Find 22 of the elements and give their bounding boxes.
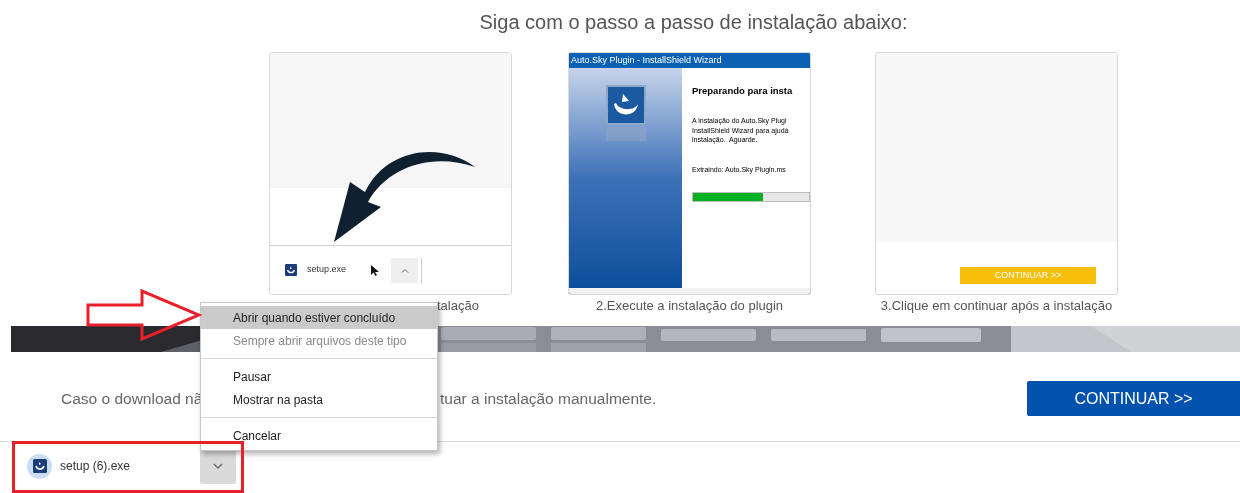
wizard-heading: Preparando para insta <box>692 84 794 98</box>
menu-item[interactable]: Abrir quando estiver concluído <box>201 306 437 329</box>
app-icon <box>285 264 297 276</box>
chevron-down-icon <box>213 463 223 469</box>
download-file-name: setup (6).exe <box>60 458 132 475</box>
menu-item[interactable]: Cancelar <box>201 424 437 447</box>
app-icon <box>32 459 47 473</box>
step-caption: talação <box>437 297 479 316</box>
logo-reflection <box>605 127 646 141</box>
step-caption: 2.Execute a instalação do plugin <box>595 297 784 316</box>
file-name: setup.exe <box>307 263 347 277</box>
wizard-logo-icon <box>605 85 646 125</box>
notice-text: tuar a instalação manualmente. <box>440 388 657 409</box>
menu-item[interactable]: Mostrar na pasta <box>201 388 437 411</box>
page-heading: Siga com o passo a passo de instalação abaixo: <box>479 10 908 35</box>
window-title: Auto.Sky Plugin - InstallShield Wizard <box>569 53 810 68</box>
cursor-icon <box>371 264 380 276</box>
continue-button[interactable]: CONTINUAR >> <box>1027 381 1240 416</box>
chevron-up-icon <box>400 267 409 273</box>
arrow-annotation-icon <box>86 289 202 341</box>
step-caption: 3.Clique em continuar após a instalação <box>880 297 1113 316</box>
menu-item[interactable]: Pausar <box>201 365 437 388</box>
